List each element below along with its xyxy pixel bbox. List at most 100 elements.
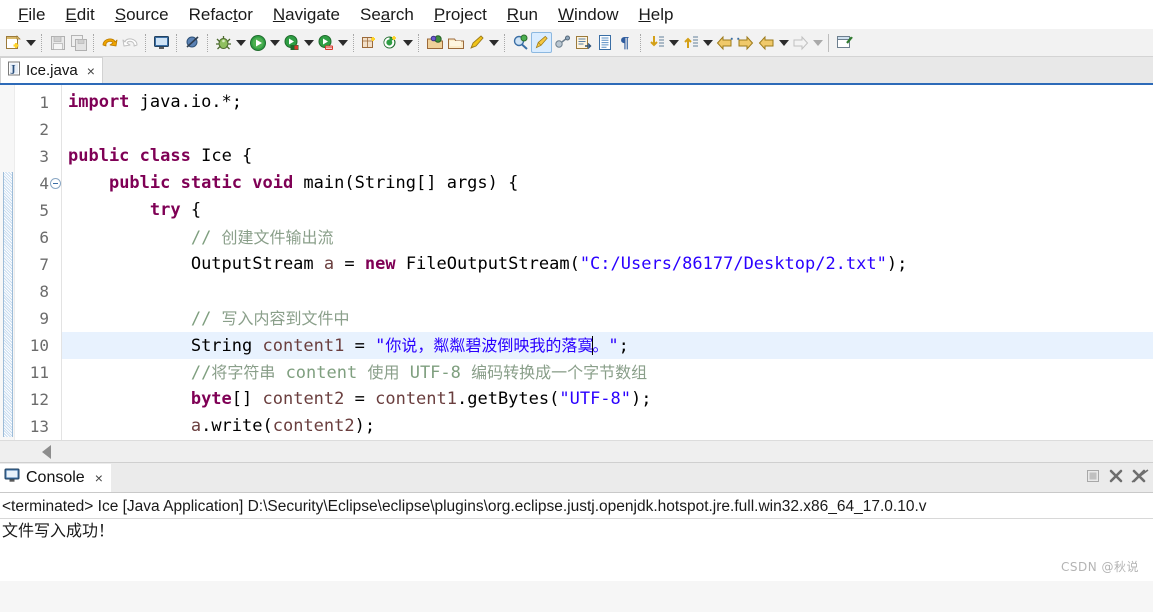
console-tab-close-icon[interactable]: × [95, 471, 103, 485]
debug-dropdown[interactable] [234, 32, 247, 53]
code-line-5: try { [62, 197, 1153, 224]
tab-ice-java[interactable]: J Ice.java × [0, 57, 103, 83]
comment-text: 编码转换成一个字节数组 [471, 363, 648, 382]
menu-item-run[interactable]: Run [497, 5, 548, 25]
comment: content [275, 363, 368, 383]
keyword: class [139, 146, 191, 166]
editor-marker-bar[interactable] [0, 85, 15, 440]
next-edit-dropdown[interactable] [667, 32, 680, 53]
search-icon[interactable] [510, 32, 531, 53]
code-text: FileOutputStream( [395, 254, 580, 274]
comment: // [190, 228, 222, 248]
menu-item-file[interactable]: FFileile [8, 5, 55, 25]
console-tab-label: Console [26, 469, 85, 486]
code-text-area[interactable]: import java.io.*; public class Ice { pub… [62, 85, 1153, 440]
new-wizard-dropdown[interactable] [24, 32, 37, 53]
toolbar-separator [176, 33, 178, 52]
watermark-text: CSDN @秋说 [1060, 560, 1139, 574]
line-number: 8 [39, 282, 49, 301]
remove-launch-icon[interactable] [1108, 468, 1124, 489]
console-icon [4, 468, 20, 488]
menu-item-edit[interactable]: Edit [55, 5, 104, 25]
save-icon[interactable] [47, 32, 68, 53]
previous-edit-icon[interactable] [680, 32, 701, 53]
code-line-11: //将字符串 content 使用 UTF-8 编码转换成一个字节数组 [62, 359, 1153, 386]
keyword: new [364, 254, 396, 274]
run-external-tools-icon[interactable] [281, 32, 302, 53]
line-number: 12 [29, 390, 49, 409]
code-text: main(String[] args) { [293, 173, 519, 193]
annotation-dropdown[interactable] [487, 32, 500, 53]
scroll-left-arrow-icon[interactable] [42, 444, 51, 459]
code-text: = [344, 336, 376, 356]
pilcrow-icon[interactable]: ¶ [615, 32, 636, 53]
console-icon[interactable] [151, 32, 172, 53]
code-text: { [180, 200, 202, 220]
code-line-7: OutputStream a = new FileOutputStream("C… [62, 251, 1153, 278]
show-whitespace-icon[interactable] [594, 32, 615, 53]
skip-breakpoints-icon[interactable] [182, 32, 203, 53]
coverage-icon[interactable] [315, 32, 336, 53]
stop-icon[interactable] [1085, 468, 1101, 489]
redo-icon[interactable] [120, 32, 141, 53]
code-text: ); [886, 254, 908, 274]
undo-icon[interactable] [99, 32, 120, 53]
back-nav-icon[interactable] [756, 32, 777, 53]
open-task-icon[interactable] [445, 32, 466, 53]
code-line-6: // 创建文件输出流 [62, 224, 1153, 251]
forward-nav-icon[interactable] [790, 32, 811, 53]
forward-nav-dropdown[interactable] [811, 32, 824, 53]
link-editor-icon[interactable] [552, 32, 573, 53]
code-text: ); [631, 389, 652, 409]
next-edit-icon[interactable] [646, 32, 667, 53]
forward-icon[interactable] [735, 32, 756, 53]
menu-item-search[interactable]: Search [350, 5, 424, 25]
editor-folding-ruler [51, 85, 62, 440]
comment-text: 使用 [367, 363, 400, 382]
menu-item-help[interactable]: Help [628, 5, 683, 25]
run-dropdown[interactable] [268, 32, 281, 53]
menu-item-refactor[interactable]: Refactor [179, 5, 263, 25]
new-window-icon[interactable] [834, 32, 855, 53]
tab-console[interactable]: Console × [0, 464, 111, 492]
run-icon[interactable] [247, 32, 268, 53]
coverage-dropdown[interactable] [336, 32, 349, 53]
menu-item-project[interactable]: Project [424, 5, 497, 25]
new-class-dropdown[interactable] [401, 32, 414, 53]
variable: content2 [262, 389, 345, 409]
console-output[interactable]: <terminated> Ice [Java Application] D:\S… [0, 493, 1153, 581]
comment: // [190, 309, 222, 329]
menu-item-navigate[interactable]: Navigate [263, 5, 350, 25]
menu-item-source[interactable]: Source [105, 5, 179, 25]
open-type-icon[interactable] [424, 32, 445, 53]
code-editor[interactable]: 1 2 3 4 5 6 7 8 9 10 11 12 13 import jav… [0, 85, 1153, 440]
keyword: public [68, 146, 130, 166]
line-number: 11 [29, 363, 49, 382]
run-external-dropdown[interactable] [302, 32, 315, 53]
new-wizard-icon[interactable] [3, 32, 24, 53]
code-text: ; [618, 336, 629, 356]
remove-all-terminated-icon[interactable] [1131, 468, 1149, 489]
editor-horizontal-scrollbar[interactable] [0, 440, 1153, 462]
new-java-class-icon[interactable] [380, 32, 401, 53]
tab-close-icon[interactable]: × [87, 64, 95, 78]
code-text: .write( [201, 416, 273, 436]
toolbar-separator [828, 33, 830, 52]
previous-edit-dropdown[interactable] [701, 32, 714, 53]
comment-text: 创建文件输出流 [221, 228, 334, 247]
save-all-icon[interactable] [68, 32, 89, 53]
toggle-mark-occurrences-icon[interactable] [531, 32, 552, 53]
line-number: 2 [39, 120, 49, 139]
next-annotation-icon[interactable] [573, 32, 594, 53]
annotation-icon[interactable] [466, 32, 487, 53]
debug-icon[interactable] [213, 32, 234, 53]
back-nav-dropdown[interactable] [777, 32, 790, 53]
back-icon[interactable] [714, 32, 735, 53]
new-java-package-icon[interactable] [359, 32, 380, 53]
toolbar-separator [353, 33, 355, 52]
console-terminated-line: <terminated> Ice [Java Application] D:\S… [2, 498, 927, 515]
menu-item-window[interactable]: Window [548, 5, 628, 25]
code-text: OutputStream [190, 254, 324, 274]
fold-collapse-icon[interactable] [50, 178, 61, 189]
